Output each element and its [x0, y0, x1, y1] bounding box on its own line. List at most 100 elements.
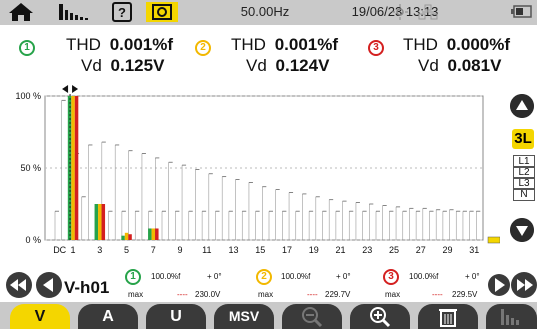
thd-value: 0.001%f: [274, 35, 339, 54]
scroll-indicator: [487, 236, 500, 244]
next-harmonic-icon[interactable]: [488, 272, 510, 298]
phase-3-badge: 3: [383, 269, 399, 285]
trash-icon: [439, 309, 457, 327]
zoom-in-button[interactable]: [350, 304, 410, 329]
y-tick-label: 100 %: [15, 91, 41, 101]
x-tick-label: 21: [336, 245, 346, 255]
bar-l1-h5: [121, 235, 125, 240]
vd-value: 0.081V: [447, 56, 502, 75]
x-tick-label: 23: [362, 245, 372, 255]
network-icon: [418, 4, 438, 20]
frequency-readout: 50.00Hz: [240, 4, 290, 19]
bar-l2-h7: [151, 228, 156, 240]
bar-l3-h1: [74, 96, 79, 240]
zoom-out-icon: [302, 307, 323, 328]
x-tick-label: 29: [443, 245, 453, 255]
fast-forward-icon[interactable]: [511, 272, 537, 298]
bar-l3-h5: [128, 234, 132, 240]
phase-3-max-label: max: [385, 290, 401, 299]
bar-l1-h3: [94, 204, 99, 240]
scroll-up-button[interactable]: [510, 94, 534, 118]
bar-l2-h1: [71, 96, 75, 240]
zoom-in-icon: [370, 307, 391, 328]
x-tick-label: 27: [416, 245, 426, 255]
phase-3-badge: 3: [368, 40, 384, 56]
phase-1-badge: 1: [19, 40, 35, 56]
vd-label: Vd: [418, 56, 439, 75]
x-tick-label: 15: [255, 245, 265, 255]
y-tick-label: 50 %: [20, 163, 41, 173]
phase-2-max-label: max: [258, 290, 274, 299]
brightness-icon: [392, 4, 408, 20]
bar-l2-h5: [124, 232, 129, 240]
trash-button[interactable]: [418, 304, 478, 329]
phase-2-badge: 2: [256, 269, 272, 285]
x-tick-label: 31: [469, 245, 479, 255]
phase-1-max-dash: ----: [177, 290, 188, 299]
histogram-button: [486, 304, 537, 329]
x-tick-label: 5: [124, 245, 129, 255]
x-tick-label: DC: [53, 245, 66, 255]
scroll-down-button[interactable]: [510, 218, 534, 242]
harmonics-bar-chart: 100 %50 %0 %DC 1 3 5 7 9 11 13 15 17 19 21 23 25 27 29 3…: [15, 85, 500, 255]
tab-voltage[interactable]: V: [10, 304, 70, 329]
thd-label: THD: [403, 35, 438, 54]
phase-3-value: 229.5V: [452, 290, 478, 299]
x-tick-label: 7: [151, 245, 156, 255]
x-tick-label: 17: [282, 245, 292, 255]
phase-selector-3l[interactable]: 3L: [512, 129, 534, 149]
histogram-icon: [500, 309, 519, 325]
bar-l3-h7: [155, 228, 159, 240]
thd-value: 0.001%f: [109, 35, 174, 54]
harmonics-mode-icon[interactable]: [57, 2, 93, 22]
x-tick-label: 25: [389, 245, 399, 255]
home-icon[interactable]: [8, 2, 34, 22]
top-status-bar: ? 50.00Hz 19/06/23 13:13: [0, 0, 537, 25]
previous-harmonic-icon[interactable]: [36, 272, 62, 298]
svg-text:?: ?: [118, 5, 126, 20]
vd-value: 0.124V: [275, 56, 330, 75]
phase-1-badge: 1: [125, 269, 141, 285]
zoom-out-button: [282, 304, 342, 329]
thd-label: THD: [231, 35, 266, 54]
bar-l3-h3: [101, 204, 106, 240]
rewind-icon[interactable]: [6, 272, 32, 298]
phase-3-percent: 100.0%f: [409, 272, 439, 281]
tab-msv[interactable]: MSV: [214, 304, 274, 329]
phase-3-max-dash: ----: [432, 290, 443, 299]
vd-label: Vd: [81, 56, 102, 75]
x-tick-label: 3: [97, 245, 102, 255]
y-tick-label: 0 %: [25, 235, 41, 245]
cursor-right-arrow: [72, 85, 79, 93]
tab-current[interactable]: A: [78, 304, 138, 329]
x-tick-label: 19: [309, 245, 319, 255]
tab-u[interactable]: U: [146, 304, 206, 329]
x-tick-label: 1: [71, 245, 76, 255]
harmonic-info-row: V-h01 1 100.0%f + 0° max ---- 230.0V 2 1…: [0, 266, 537, 302]
harmonic-label: V-h01: [64, 278, 110, 297]
phase-1-max-label: max: [128, 290, 144, 299]
bottom-tab-bar: V A U MSV: [0, 302, 537, 329]
phase-1-percent: 100.0%f: [151, 272, 181, 281]
screenshot-camera-icon[interactable]: [146, 2, 178, 22]
phase-selector-n[interactable]: N: [513, 188, 535, 201]
help-icon[interactable]: ?: [112, 2, 132, 22]
battery-icon: [511, 5, 532, 18]
phase-2-percent: 100.0%f: [281, 272, 311, 281]
vd-label: Vd: [246, 56, 267, 75]
cursor-left-arrow: [62, 85, 69, 93]
phase-2-angle: + 0°: [336, 272, 351, 281]
phase-2-max-dash: ----: [307, 290, 318, 299]
phase-1-angle: + 0°: [207, 272, 222, 281]
phase-1-value: 230.0V: [195, 290, 221, 299]
vd-value: 0.125V: [110, 56, 165, 75]
thd-label: THD: [66, 35, 101, 54]
x-tick-label: 13: [229, 245, 239, 255]
x-tick-label: 9: [178, 245, 183, 255]
phase-2-value: 229.7V: [325, 290, 351, 299]
thd-value: 0.000%f: [446, 35, 511, 54]
phase-3-angle: + 0°: [465, 272, 480, 281]
bar-l1-h7: [148, 228, 152, 240]
x-tick-label: 11: [202, 245, 211, 255]
bar-l2-h3: [98, 204, 102, 240]
